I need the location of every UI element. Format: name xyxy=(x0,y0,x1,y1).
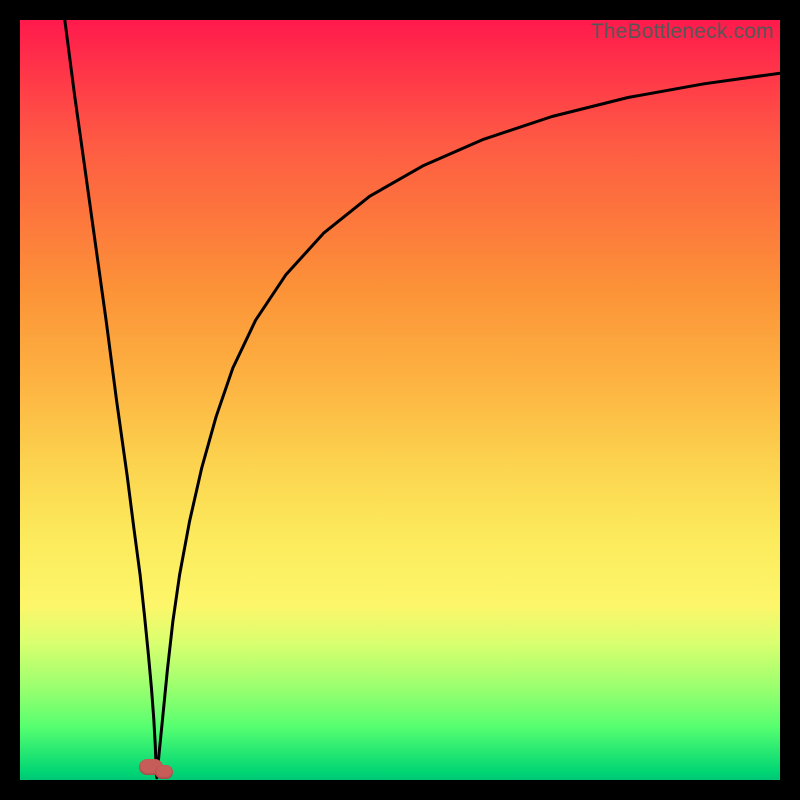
chart-canvas: TheBottleneck.com xyxy=(0,0,800,800)
plot-area: TheBottleneck.com xyxy=(20,20,780,780)
optimum-marker-secondary xyxy=(155,765,173,779)
bottleneck-curve xyxy=(20,20,780,780)
